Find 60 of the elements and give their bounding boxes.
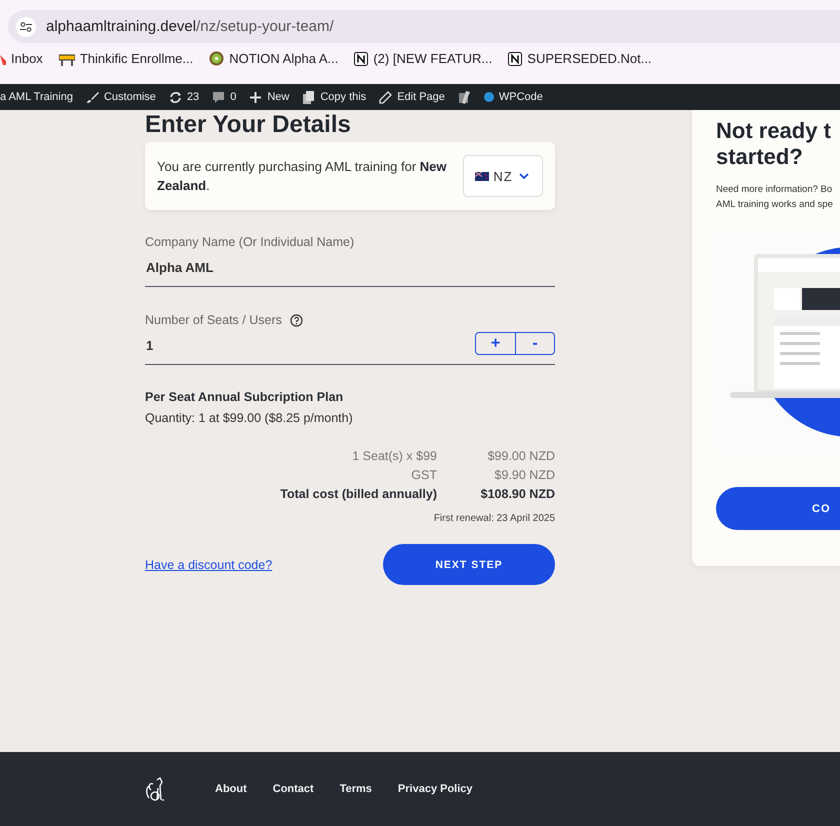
plus-icon (249, 90, 262, 104)
url-text: alphaamltraining.devel/nz/setup-your-team/ (46, 18, 334, 35)
footer-link[interactable]: Terms (340, 783, 372, 795)
refresh-icon (168, 90, 182, 104)
chevron-down-icon (516, 171, 531, 181)
footer-link[interactable]: Privacy Policy (398, 783, 473, 795)
admin-bar-item[interactable]: a AML Training (0, 91, 73, 103)
seo-icon (458, 90, 471, 104)
admin-bar-item[interactable]: Customise (104, 91, 156, 103)
admin-bar-item[interactable]: Edit Page (397, 91, 445, 103)
bookmark[interactable]: NOTION Alpha A... (229, 51, 338, 66)
bookmark[interactable]: SUPERSEDED.Not... (527, 51, 652, 66)
brush-icon (86, 90, 99, 104)
footer-link[interactable]: Contact (272, 783, 314, 795)
field-label: Number of Seats / Users (145, 313, 282, 327)
barrier-icon (58, 52, 75, 66)
cost-amount: $9.90 NZD (494, 468, 555, 482)
notion-icon (354, 52, 368, 66)
card-title: Not ready t (716, 118, 832, 144)
cost-label: GST (410, 468, 437, 482)
comment-icon (212, 90, 226, 104)
card-title: started? (716, 144, 804, 170)
admin-bar-item[interactable]: WPCode (498, 91, 543, 103)
admin-bar-item[interactable]: Copy this (320, 91, 366, 103)
dog-logo-icon[interactable] (145, 776, 165, 802)
notion-icon (508, 52, 522, 66)
country-select[interactable]: NZ (463, 155, 543, 197)
field-label: Company Name (Or Individual Name) (145, 235, 356, 249)
status-dot-icon (484, 92, 494, 102)
pencil-icon (379, 90, 392, 104)
company-name-field[interactable]: Alpha AML (145, 249, 555, 287)
bookmark[interactable]: Thinkific Enrollme... (80, 51, 194, 66)
admin-bar-item[interactable]: New (267, 91, 290, 103)
help-icon[interactable] (290, 314, 303, 326)
notice-text: You are currently purchasing AML training for New Zealand. (157, 158, 448, 195)
admin-bar-item[interactable]: 23 (186, 91, 200, 103)
card-button[interactable]: CO (716, 487, 840, 530)
flag-icon (475, 172, 490, 180)
next-step-button[interactable]: NEXT STEP (383, 544, 555, 585)
address-bar[interactable]: alphaamltraining.devel/nz/setup-your-team/ (8, 10, 840, 43)
cost-label: Total cost (billed annually) (279, 487, 437, 501)
kiwi-icon (209, 51, 224, 66)
increment-button[interactable]: + (476, 333, 515, 354)
admin-bar-item[interactable]: 0 (230, 91, 236, 103)
discount-link[interactable]: Have a discount code? (145, 558, 272, 572)
card-text: Need more information? Bo AML training works and spe (716, 183, 834, 212)
site-settings-icon[interactable] (16, 16, 36, 36)
page-heading: Enter Your Details (145, 112, 352, 138)
decrement-button[interactable]: - (515, 333, 554, 354)
copy-icon (302, 90, 316, 104)
footer-link[interactable]: About (215, 783, 247, 795)
bookmark[interactable]: Inbox (11, 51, 43, 66)
cost-amount: $99.00 NZD (486, 449, 555, 463)
bookmark[interactable]: (2) [NEW FEATUR... (373, 51, 492, 66)
quantity-text: Quantity: 1 at $99.00 ($8.25 p/month) (145, 411, 354, 425)
seats-field[interactable]: 1 + - (145, 327, 555, 365)
renewal-date: First renewal: 23 April 2025 (434, 513, 555, 524)
cost-amount: $108.90 NZD (480, 487, 555, 501)
plan-title: Per Seat Annual Subcription Plan (145, 390, 344, 404)
cost-label: 1 Seat(s) x $99 (351, 449, 437, 463)
